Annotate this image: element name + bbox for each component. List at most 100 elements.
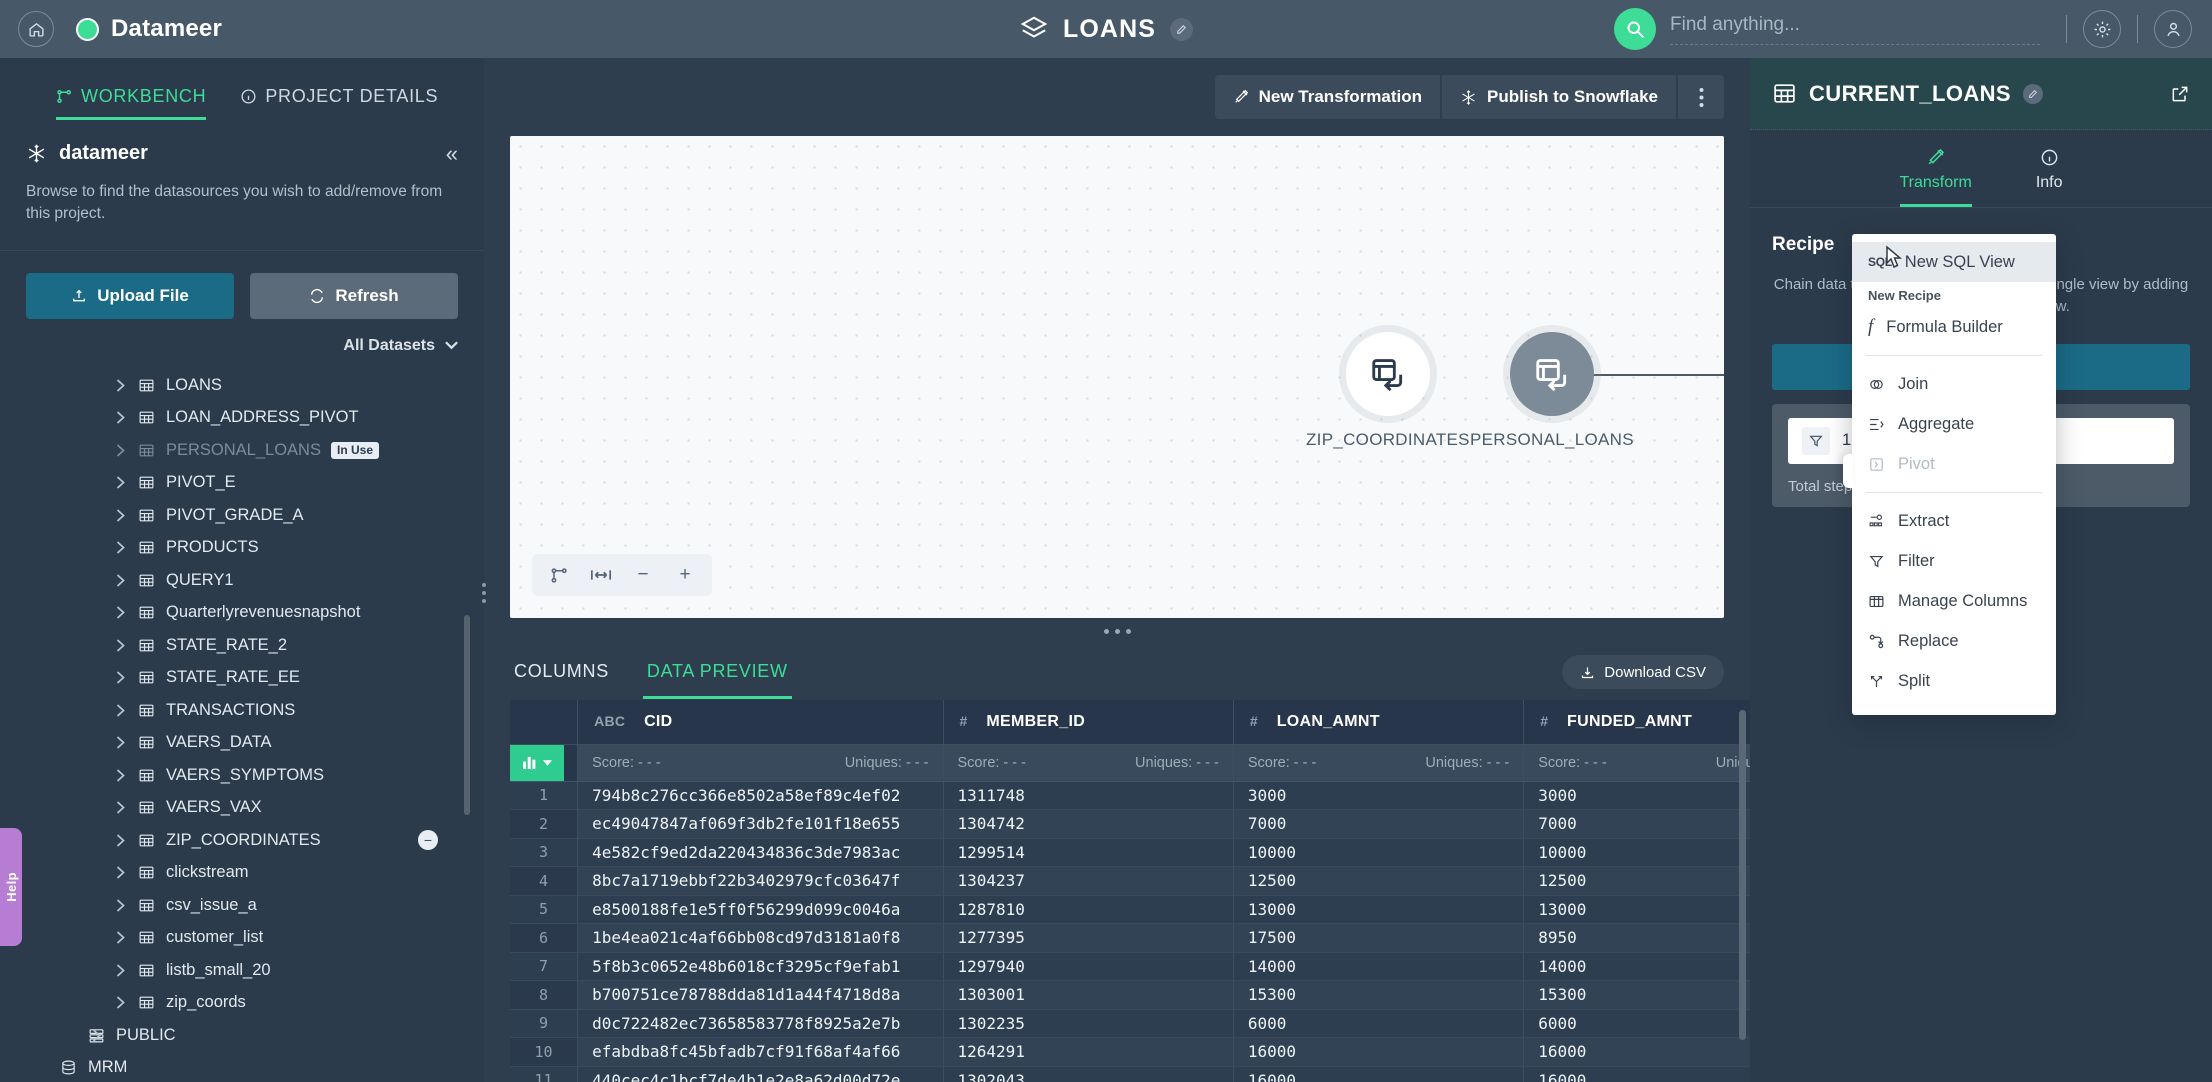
upload-file-button[interactable]: Upload File: [26, 272, 234, 319]
column-header-member_id[interactable]: # MEMBER_ID: [943, 700, 1234, 745]
fit-width-button[interactable]: [582, 558, 620, 592]
collapse-panel-button[interactable]: «: [446, 142, 458, 165]
menu-item-extract[interactable]: Extract: [1852, 501, 2056, 541]
chevron-right-icon[interactable]: [92, 1029, 101, 1042]
tab-data-preview[interactable]: DATA PREVIEW: [642, 661, 792, 699]
chevron-right-icon[interactable]: [116, 704, 125, 717]
table-row[interactable]: 3 4e582cf9ed2da220434836c3de7983ac 1299514…: [510, 838, 1750, 867]
table-row[interactable]: 5 e8500188fe1e5ff0f56299d099c0046a 1287810…: [510, 895, 1750, 924]
account-button[interactable]: [2154, 10, 2192, 48]
data-grid-wrapper[interactable]: ABC CID # MEMBER_ID # LOAN_AMNT # FUNDED…: [510, 700, 1750, 1082]
chevron-right-icon[interactable]: [116, 476, 125, 489]
chevron-right-icon[interactable]: [116, 606, 125, 619]
grid-scrollbar[interactable]: [1739, 710, 1746, 1040]
edit-project-button[interactable]: [1170, 17, 1193, 41]
tab-project-details[interactable]: PROJECT DETAILS: [240, 86, 438, 120]
tab-columns[interactable]: COLUMNS: [510, 661, 613, 699]
tree-item-pivot_e[interactable]: PIVOT_E: [0, 466, 484, 499]
menu-item-replace[interactable]: Replace: [1852, 621, 2056, 661]
tree-item-loans[interactable]: LOANS: [0, 369, 484, 402]
table-row[interactable]: 11 440cec4c1bcf7de4b1e2e8a62d00d72e 130204…: [510, 1066, 1750, 1082]
tree-item-query1[interactable]: QUERY1: [0, 564, 484, 597]
tree-item-loan_address_pivot[interactable]: LOAN_ADDRESS_PIVOT: [0, 401, 484, 434]
table-row[interactable]: 8 b700751ce78788dda81d1a44f4718d8a 1303001…: [510, 980, 1750, 1010]
tab-info[interactable]: Info: [2036, 148, 2063, 207]
search-button[interactable]: [1614, 8, 1656, 50]
column-header-cid[interactable]: ABC CID: [577, 700, 944, 745]
tree-item-zip_coords[interactable]: zip_coords: [0, 986, 484, 1019]
chevron-right-icon[interactable]: [116, 834, 125, 847]
tree-item-state_rate_ee[interactable]: STATE_RATE_EE: [0, 661, 484, 694]
menu-item-split[interactable]: Split: [1852, 661, 2056, 701]
dataset-filter-dropdown[interactable]: All Datasets: [0, 319, 484, 369]
bar-chart-icon[interactable]: [510, 744, 564, 781]
help-tab[interactable]: Help: [0, 828, 22, 946]
tree-item-zip_coordinates[interactable]: ZIP_COORDINATES −: [0, 824, 484, 857]
home-button[interactable]: [18, 11, 54, 47]
brand[interactable]: Datameer: [76, 15, 222, 43]
canvas-preview-resizer[interactable]: [484, 618, 1750, 644]
column-header-funded_amnt[interactable]: # FUNDED_AMNT: [1523, 700, 1750, 745]
chevron-right-icon[interactable]: [116, 444, 125, 457]
settings-button[interactable]: [2083, 10, 2121, 48]
chevron-right-icon[interactable]: [116, 379, 125, 392]
tree-item-mrm[interactable]: MRM: [0, 1051, 484, 1082]
tree-item-clickstream[interactable]: clickstream: [0, 856, 484, 889]
search-input[interactable]: [1670, 13, 2040, 36]
left-panel-resizer[interactable]: [480, 570, 488, 616]
chevron-right-icon[interactable]: [116, 541, 125, 554]
table-row[interactable]: 4 8bc7a1719ebbf22b3402979cfc03647f 1304237…: [510, 866, 1750, 896]
menu-item-new-sql-view[interactable]: SQL New SQL View: [1852, 242, 2056, 282]
remove-dataset-button[interactable]: −: [418, 830, 438, 851]
new-transformation-menu[interactable]: SQL New SQL View New Recipe f Formula Bu…: [1843, 234, 2056, 715]
table-row[interactable]: 9 d0c722482ec73658583778f8925a2e7b 1302235…: [510, 1009, 1750, 1038]
chevron-right-icon[interactable]: [116, 899, 125, 912]
column-header-loan_amnt[interactable]: # LOAN_AMNT: [1233, 700, 1525, 745]
menu-item-formula-builder[interactable]: f Formula Builder: [1852, 307, 2056, 347]
tree-item-quarterlyrevenuesnapshot[interactable]: Quarterlyrevenuesnapshot: [0, 596, 484, 629]
flow-canvas[interactable]: ZIP_COORDINATES PERSONAL_LOANS − +: [510, 136, 1724, 618]
menu-item-aggregate[interactable]: Aggregate: [1852, 404, 2056, 444]
chevron-right-icon[interactable]: [116, 671, 125, 684]
table-row[interactable]: 6 1be4ea021c4af66bb08cd97d3181a0f8 1277395…: [510, 923, 1750, 953]
menu-item-join[interactable]: Join: [1852, 364, 2056, 404]
auto-layout-button[interactable]: [540, 558, 578, 592]
tab-transform[interactable]: Transform: [1899, 148, 1972, 207]
table-row[interactable]: 10 efabdba8fc45bfadb7cf91f68af4af66 126429…: [510, 1037, 1750, 1067]
open-in-new-button[interactable]: [2170, 84, 2190, 104]
table-row[interactable]: 2 ec49047847af069f3db2fe101f18e655 1304742…: [510, 809, 1750, 839]
tree-item-customer_list[interactable]: customer_list: [0, 921, 484, 954]
tree-item-vaers_data[interactable]: VAERS_DATA: [0, 726, 484, 759]
menu-item-manage-columns[interactable]: Manage Columns: [1852, 581, 2056, 621]
table-row[interactable]: 1 794b8c276cc366e8502a58ef89c4ef02 1311748…: [510, 781, 1750, 810]
chevron-right-icon[interactable]: [116, 509, 125, 522]
chevron-right-icon[interactable]: [116, 574, 125, 587]
node-zip-coordinates[interactable]: ZIP_COORDINATES: [1306, 332, 1470, 450]
publish-to-snowflake-button[interactable]: Publish to Snowflake: [1442, 75, 1676, 119]
refresh-button[interactable]: Refresh: [250, 272, 458, 319]
more-options-button[interactable]: [1678, 75, 1724, 119]
new-transformation-button[interactable]: New Transformation: [1214, 75, 1441, 119]
tree-item-pivot_grade_a[interactable]: PIVOT_GRADE_A: [0, 499, 484, 532]
chevron-right-icon[interactable]: [116, 801, 125, 814]
chevron-right-icon[interactable]: [116, 736, 125, 749]
tree-scrollbar[interactable]: [464, 614, 470, 815]
chevron-right-icon[interactable]: [116, 411, 125, 424]
tab-workbench[interactable]: WORKBENCH: [56, 86, 207, 120]
zoom-out-button[interactable]: −: [624, 558, 662, 592]
download-csv-button[interactable]: Download CSV: [1562, 655, 1724, 689]
chevron-right-icon[interactable]: [116, 964, 125, 977]
node-personal-loans[interactable]: PERSONAL_LOANS: [1470, 332, 1634, 450]
menu-item-filter[interactable]: Filter: [1852, 541, 2056, 581]
dataset-tree[interactable]: LOANS LOAN_ADDRESS_PIVOT PERSONAL_LOANS I…: [0, 369, 484, 1082]
tree-item-state_rate_2[interactable]: STATE_RATE_2: [0, 629, 484, 662]
tree-item-products[interactable]: PRODUCTS: [0, 531, 484, 564]
tree-item-transactions[interactable]: TRANSACTIONS: [0, 694, 484, 727]
zoom-in-button[interactable]: +: [666, 558, 704, 592]
tree-item-public[interactable]: PUBLIC: [0, 1019, 484, 1052]
chart-toggle-cell[interactable]: [510, 744, 579, 782]
rename-dataset-button[interactable]: [2023, 83, 2043, 104]
tree-item-vaers_symptoms[interactable]: VAERS_SYMPTOMS: [0, 759, 484, 792]
chevron-right-icon[interactable]: [116, 639, 125, 652]
tree-item-csv_issue_a[interactable]: csv_issue_a: [0, 889, 484, 922]
